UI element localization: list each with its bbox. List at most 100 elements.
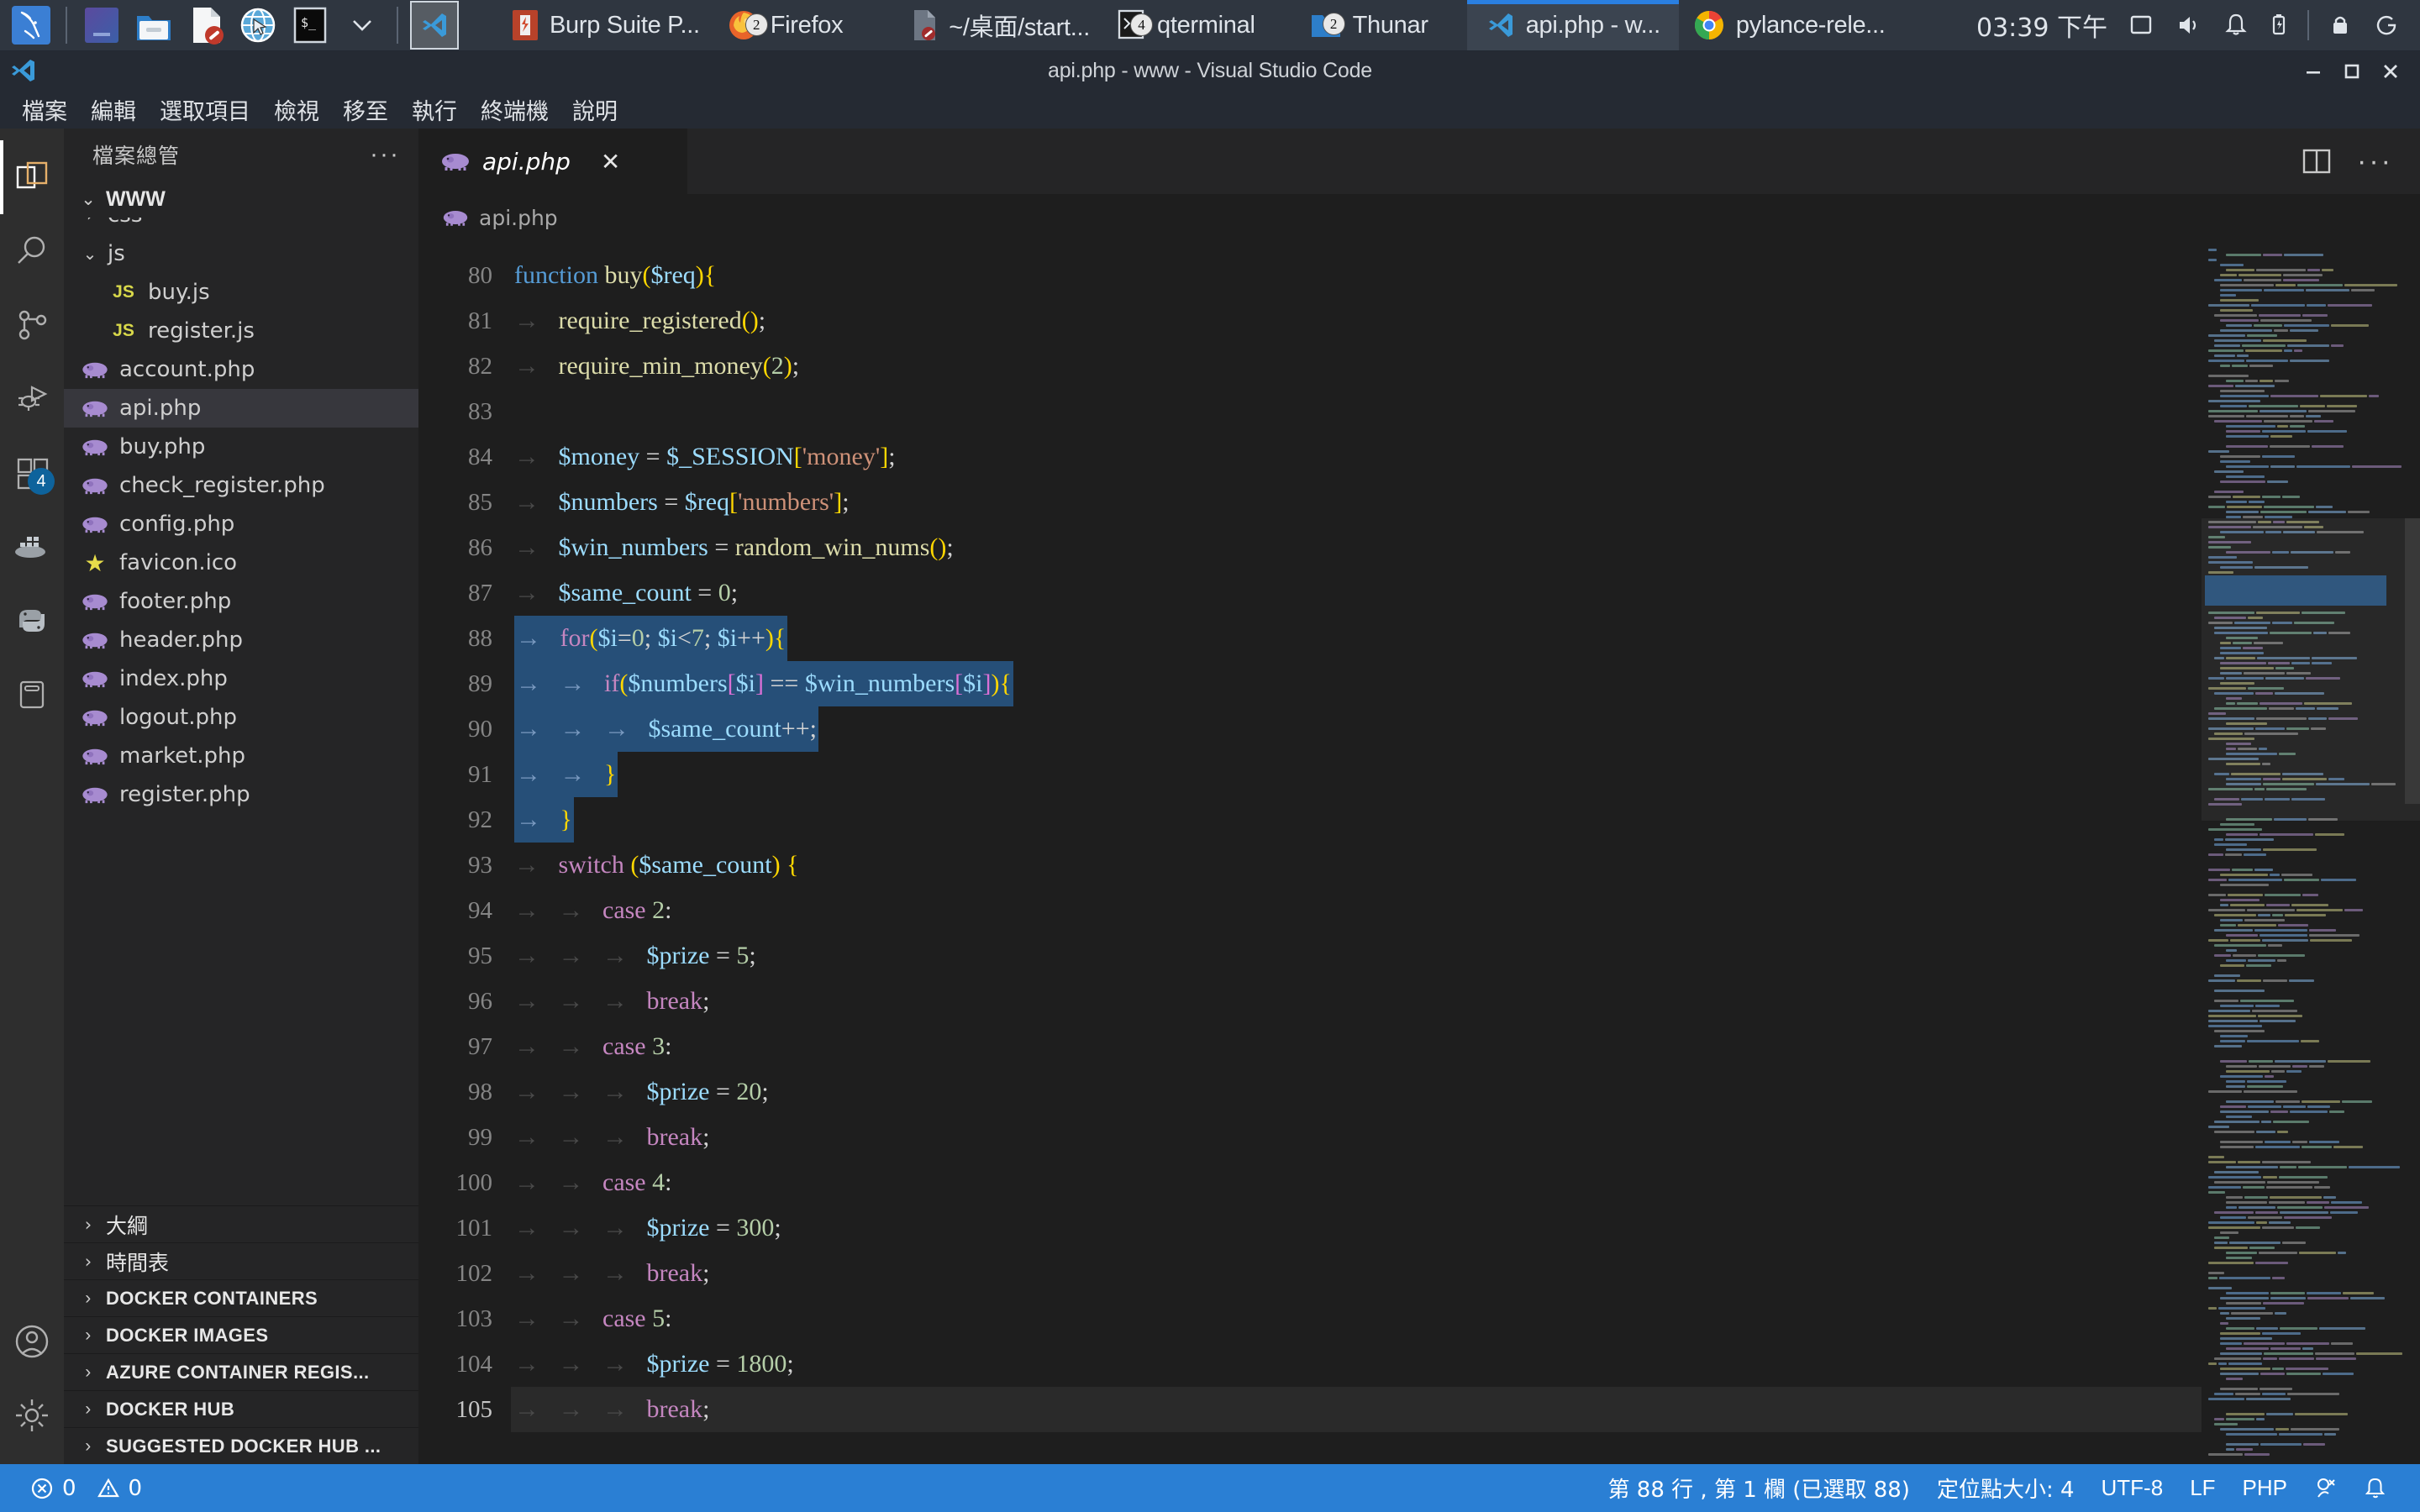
editor-tab-api-php[interactable]: api.php ✕ (418, 129, 687, 194)
code-line-99[interactable]: → → → break; (511, 1115, 2202, 1160)
activity-settings-gear-icon[interactable] (0, 1378, 64, 1452)
activity-docker-icon[interactable] (0, 510, 64, 584)
file-tree-item-check_register.php[interactable]: check_register.php (64, 466, 418, 505)
code-line-83[interactable] (511, 389, 2202, 434)
file-tree-item-buy.php[interactable]: buy.php (64, 428, 418, 466)
code-line-80[interactable]: function buy($req){ (511, 253, 2202, 298)
power-icon[interactable] (2363, 13, 2410, 38)
activity-explorer-icon[interactable] (0, 140, 64, 214)
menu-run[interactable]: 執行 (400, 90, 469, 129)
taskbar-item-thunar[interactable]: 2 Thunar (1296, 0, 1442, 50)
taskbar-item-chrome[interactable]: pylance-rele... (1679, 0, 1899, 50)
menu-view[interactable]: 檢視 (262, 90, 331, 129)
sidebar-section-docker-images[interactable]: › DOCKER IMAGES (64, 1316, 418, 1353)
taskbar-item-vscode[interactable]: api.php - w... (1466, 0, 1680, 50)
code-line-81[interactable]: → require_registered(); (511, 298, 2202, 344)
file-tree-item-config.php[interactable]: config.php (64, 505, 418, 543)
activity-python-icon[interactable] (0, 584, 64, 658)
lock-icon[interactable] (2317, 13, 2363, 38)
sidebar-section--[interactable]: › 時間表 (64, 1242, 418, 1279)
kali-menu-icon[interactable] (8, 3, 54, 48)
code-line-103[interactable]: → → case 5: (511, 1296, 2202, 1341)
sidebar-section-suggested-docker-hub-[interactable]: › SUGGESTED DOCKER HUB ... (64, 1427, 418, 1464)
file-tree-item-api.php[interactable]: api.php (64, 389, 418, 428)
code-line-92[interactable]: → } (511, 797, 2202, 843)
file-tree-item-account.php[interactable]: account.php (64, 350, 418, 389)
code-line-88[interactable]: → for($i=0; $i<7; $i++){ (511, 616, 2202, 661)
web-browser-icon[interactable] (235, 3, 281, 48)
minimap[interactable] (2202, 241, 2420, 1464)
workspace-icon[interactable] (79, 3, 124, 48)
sidebar-section-docker-hub[interactable]: › DOCKER HUB (64, 1390, 418, 1427)
notification-bell-icon[interactable] (2213, 13, 2259, 38)
code-line-98[interactable]: → → → $prize = 20; (511, 1069, 2202, 1115)
file-tree-item-index.php[interactable]: index.php (64, 659, 418, 698)
code-line-102[interactable]: → → → break; (511, 1251, 2202, 1296)
sidebar-more-actions-icon[interactable]: ··· (370, 140, 400, 169)
code-line-82[interactable]: → require_min_money(2); (511, 344, 2202, 389)
code-content[interactable]: function buy($req){→ require_registered(… (511, 241, 2202, 1464)
cursor-position[interactable]: 第 88 行 , 第 1 欄 (已選取 88) (1595, 1473, 1923, 1504)
file-tree-folder-js[interactable]: ⌄ js (64, 234, 418, 273)
editor-scrollbar[interactable] (2405, 241, 2420, 1464)
terminal-icon[interactable]: $_ (287, 3, 333, 48)
taskbar-clock[interactable]: 03:39 下午 (1966, 7, 2118, 44)
activity-search-icon[interactable] (0, 214, 64, 288)
menu-terminal[interactable]: 終端機 (469, 90, 560, 129)
menu-file[interactable]: 檔案 (10, 90, 79, 129)
code-line-100[interactable]: → → case 4: (511, 1160, 2202, 1205)
taskbar-item-start-doc[interactable]: ~/桌面/start... (897, 0, 1103, 50)
taskbar-item-burp-suite[interactable]: Burp Suite P... (497, 0, 713, 50)
taskbar-item-firefox[interactable]: 2 Firefox (713, 0, 857, 50)
close-icon[interactable]: ✕ (601, 148, 620, 176)
more-actions-icon[interactable]: ··· (2357, 147, 2393, 176)
file-tree-item-register.js[interactable]: JS register.js (64, 312, 418, 350)
code-line-89[interactable]: → → if($numbers[$i] == $win_numbers[$i])… (511, 661, 2202, 706)
maximize-button[interactable] (2333, 51, 2371, 91)
display-icon[interactable] (2118, 13, 2165, 38)
activity-source-control-icon[interactable] (0, 288, 64, 362)
file-tree-item-logout.php[interactable]: logout.php (64, 698, 418, 737)
workspace-root-header[interactable]: ⌄ WWW (64, 181, 418, 218)
file-tree-item-buy.js[interactable]: JS buy.js (64, 273, 418, 312)
code-line-86[interactable]: → $win_numbers = random_win_nums(); (511, 525, 2202, 570)
sidebar-section-azure-container-regis-[interactable]: › AZURE CONTAINER REGIS... (64, 1353, 418, 1390)
code-line-97[interactable]: → → case 3: (511, 1024, 2202, 1069)
activity-run-and-debug-icon[interactable] (0, 362, 64, 436)
feedback-smiley-icon[interactable] (2301, 1477, 2351, 1500)
encoding[interactable]: UTF-8 (2088, 1475, 2177, 1501)
scrollbar-thumb[interactable] (2405, 518, 2420, 804)
code-line-87[interactable]: → $same_count = 0; (511, 570, 2202, 616)
battery-icon[interactable] (2259, 13, 2299, 38)
code-line-95[interactable]: → → → $prize = 5; (511, 933, 2202, 979)
file-tree-item-register.php[interactable]: register.php (64, 775, 418, 814)
sidebar-section-docker-containers[interactable]: › DOCKER CONTAINERS (64, 1279, 418, 1316)
code-line-84[interactable]: → $money = $_SESSION['money']; (511, 434, 2202, 480)
code-line-94[interactable]: → → case 2: (511, 888, 2202, 933)
menu-select[interactable]: 選取項目 (148, 90, 262, 129)
taskbar-item-qterminal[interactable]: 4 qterminal (1103, 0, 1269, 50)
text-editor-icon[interactable] (183, 3, 229, 48)
notification-bell-icon[interactable] (2351, 1477, 2400, 1500)
volume-icon[interactable] (2165, 13, 2213, 38)
code-line-101[interactable]: → → → $prize = 300; (511, 1205, 2202, 1251)
language-mode[interactable]: PHP (2229, 1475, 2301, 1501)
minimize-button[interactable] (2294, 51, 2333, 91)
activity-extensions-icon[interactable]: 4 (0, 436, 64, 510)
code-line-105[interactable]: → → → break; (511, 1387, 2202, 1432)
close-button[interactable] (2371, 51, 2410, 91)
menu-help[interactable]: 說明 (560, 90, 629, 129)
sidebar-section--[interactable]: › 大綱 (64, 1205, 418, 1242)
line-endings[interactable]: LF (2176, 1475, 2228, 1501)
file-tree-item-favicon.ico[interactable]: ★ favicon.ico (64, 543, 418, 582)
tab-size[interactable]: 定位點大小: 4 (1923, 1473, 2088, 1504)
code-line-90[interactable]: → → → $same_count++; (511, 706, 2202, 752)
file-tree-item-header.php[interactable]: header.php (64, 621, 418, 659)
code-line-104[interactable]: → → → $prize = 1800; (511, 1341, 2202, 1387)
file-tree-item-market.php[interactable]: market.php (64, 737, 418, 775)
menu-edit[interactable]: 編輯 (79, 90, 148, 129)
file-tree-folder-css[interactable]: › css (64, 218, 418, 234)
file-tree[interactable]: › css ⌄ js JS buy.js JS register.js account.php a… (64, 218, 418, 1205)
chevron-down-icon[interactable] (339, 3, 385, 48)
code-line-85[interactable]: → $numbers = $req['numbers']; (511, 480, 2202, 525)
